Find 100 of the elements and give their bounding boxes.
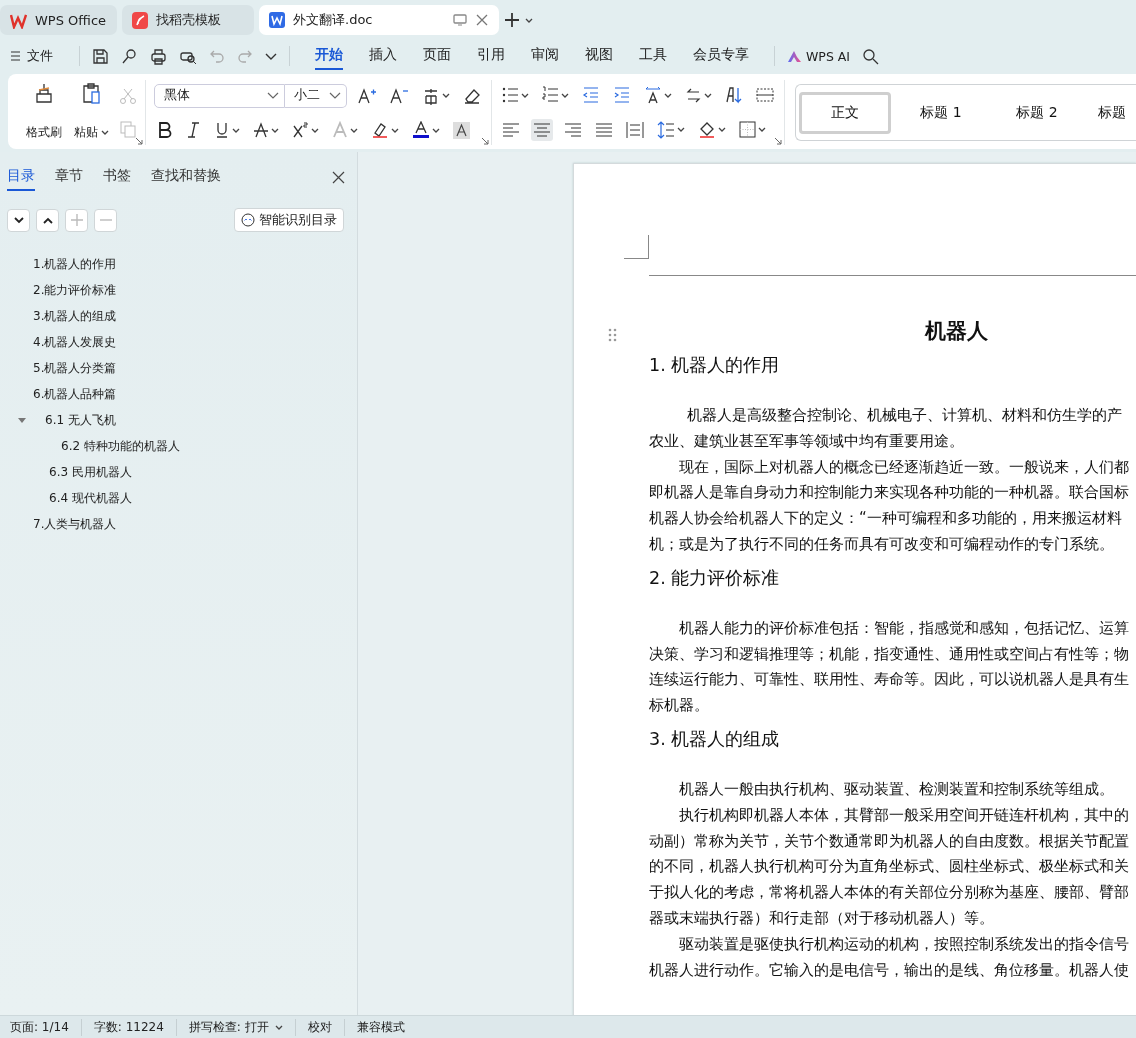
dialog-launcher-icon[interactable]	[135, 137, 143, 145]
body-text-line: 即机器人是靠自身动力和控制能力来实现各种功能的一种机器。联合国标	[649, 482, 1129, 504]
caret-icon	[432, 126, 440, 134]
smart-toc-button[interactable]: 智能识别目录	[234, 208, 344, 232]
section-heading: 2. 能力评价标准	[649, 566, 780, 590]
body-text-line: 连续运行能力、可靠性、联用性、寿命等。因此，可以说机器人是具有生	[649, 669, 1129, 691]
superscript-icon	[292, 121, 309, 140]
ribbon-tab[interactable]: 引用	[477, 42, 505, 70]
expand-down-button[interactable]	[7, 208, 30, 232]
caret-icon	[311, 126, 319, 134]
ribbon-tab[interactable]: 会员专享	[693, 42, 749, 70]
ribbon-tab[interactable]: 审阅	[531, 42, 559, 70]
outline-item[interactable]: 6.3 民用机器人	[49, 463, 132, 481]
ribbon-tab[interactable]: 开始	[315, 42, 343, 70]
caret-icon	[664, 91, 672, 99]
format-painter-button[interactable]: 格式刷	[24, 80, 64, 145]
window-tab[interactable]: 外文翻译.doc	[259, 5, 499, 35]
file-menu-button[interactable]: 文件	[10, 47, 53, 65]
outline-item[interactable]: 7.人类与机器人	[33, 515, 117, 533]
font-name-field[interactable]: 黑体	[154, 83, 285, 108]
save-icon[interactable]	[92, 47, 109, 65]
body-text-line: 现在，国际上对机器人的概念已经逐渐趋近一致。一般说来，人们都	[678, 456, 1129, 478]
outline-item[interactable]: 5.机器人分类篇	[33, 359, 117, 377]
chevron-down-icon	[13, 216, 24, 224]
nav-tab[interactable]: 查找和替换	[151, 163, 221, 191]
font-size-field[interactable]: 小二	[285, 83, 347, 108]
body-text-line: 机器人进行动作。它输入的是电信号，输出的是线、角位移量。机器人使	[649, 959, 1129, 981]
style-option[interactable]: 标题	[1087, 91, 1132, 134]
template-logo-icon	[132, 11, 148, 29]
close-icon[interactable]	[332, 170, 345, 184]
ribbon-tab[interactable]: 页面	[423, 42, 451, 70]
swap-arrows-icon	[685, 86, 702, 104]
align-justify-icon	[595, 120, 613, 139]
caret-icon	[232, 126, 240, 134]
caret-icon	[677, 126, 685, 134]
italic-icon	[185, 121, 201, 140]
body-text-line: 器或末端执行器）和行走部（对于移动机器人）等。	[649, 907, 994, 929]
tab-label: WPS Office	[35, 12, 107, 28]
ribbon-tab[interactable]: 工具	[639, 42, 667, 70]
add-tab-icon[interactable]	[504, 12, 520, 28]
search-icon[interactable]	[862, 47, 880, 65]
more-icon[interactable]	[265, 51, 277, 61]
outline-item[interactable]: 1.机器人的作用	[33, 255, 117, 273]
caret-icon	[758, 126, 766, 134]
clipboard-icon	[80, 82, 103, 104]
align-center-button[interactable]	[531, 118, 553, 141]
nav-tab[interactable]: 书签	[103, 163, 131, 191]
plus-icon	[70, 214, 83, 226]
body-text-line: 决策、学习和逻辑推理等；机能，指变通性、通用性或空间占有性等；物	[649, 643, 1129, 665]
outline-item[interactable]: 6.4 现代机器人	[49, 489, 132, 507]
highlighter-icon	[371, 121, 389, 140]
increase-indent-icon	[613, 86, 631, 105]
expander-icon[interactable]	[17, 415, 27, 425]
ribbon-tab[interactable]: 插入	[369, 42, 397, 70]
wps-ai-button[interactable]: WPS AI	[787, 48, 851, 64]
borders-button[interactable]	[737, 119, 768, 141]
body-text-line: 动副）常称为关节，关节个数通常即为机器人的自由度数。根据关节配置	[649, 830, 1129, 852]
body-text-line: 机；或是为了执行不同的任务而具有可改变和可编程动作的专门系统。	[649, 534, 1114, 555]
caret-icon	[718, 126, 726, 134]
compatibility-mode-button[interactable]: 兼容模式	[356, 1018, 417, 1036]
caret-icon	[391, 126, 399, 134]
align-distribute-icon	[626, 120, 644, 139]
text-effect-icon	[332, 121, 348, 140]
body-text-line: 机器人一般由执行机构、驱动装置、检测装置和控制系统等组成。	[678, 778, 1114, 800]
dialog-launcher-icon[interactable]	[774, 137, 782, 145]
ribbon-tab[interactable]: 视图	[585, 42, 613, 70]
body-text-line: 农业、建筑业甚至军事等领域中均有重要用途。	[649, 430, 964, 452]
writer-logo-icon	[269, 12, 285, 28]
outline-item[interactable]: 4.机器人发展史	[33, 333, 117, 351]
caret-icon	[101, 129, 109, 136]
text-direction-icon	[644, 86, 662, 105]
outline-item[interactable]: 3.机器人的组成	[33, 307, 117, 325]
body-text-line: 驱动装置是驱使执行机构运动的机构，按照控制系统发出的指令信号	[678, 933, 1129, 955]
dialog-launcher-icon[interactable]	[481, 137, 489, 145]
collapse-up-button[interactable]	[36, 208, 59, 232]
character-shading-icon	[453, 121, 470, 139]
print-icon[interactable]	[150, 47, 167, 65]
window-tab[interactable]: 找稻壳模板	[122, 5, 254, 35]
dashed-border-icon	[756, 86, 774, 105]
style-option[interactable]: 标题 1	[895, 91, 987, 134]
outline-item[interactable]: 6.2 特种功能的机器人	[61, 437, 180, 455]
outline-item[interactable]: 6.1 无人飞机	[45, 411, 116, 429]
outline-item[interactable]: 6.机器人品种篇	[33, 385, 117, 403]
spell-check-toggle[interactable]: 拼写检查: 打开	[188, 1018, 296, 1036]
body-text-line: 机器人能力的评价标准包括：智能，指感觉和感知，包括记忆、运算	[678, 617, 1129, 639]
align-center-icon	[533, 120, 551, 139]
outline-item[interactable]: 2.能力评价标准	[33, 281, 117, 299]
window-tab[interactable]: WPS Office	[0, 5, 117, 35]
paste-button[interactable]: 粘贴	[72, 80, 111, 145]
section-heading: 1. 机器人的作用	[649, 354, 780, 377]
proofread-button[interactable]: 校对	[307, 1018, 345, 1036]
grow-font-icon	[358, 86, 377, 105]
close-icon[interactable]	[475, 13, 489, 27]
style-option[interactable]: 标题 2	[991, 91, 1083, 134]
nav-tab[interactable]: 章节	[55, 163, 83, 191]
nav-tab[interactable]: 目录	[7, 163, 35, 191]
caret-icon	[271, 126, 279, 134]
drag-handle-icon[interactable]	[608, 328, 617, 342]
style-option[interactable]: 正文	[799, 91, 891, 134]
character-shading-button[interactable]	[451, 119, 472, 141]
